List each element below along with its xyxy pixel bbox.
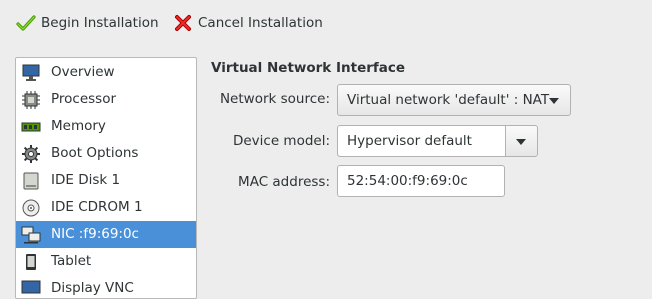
cancel-x-icon xyxy=(173,13,193,33)
mac-address-value: 52:54:00:f9:69:0c xyxy=(347,173,468,189)
hardware-list: Overview Processor Memory Boot Options I… xyxy=(15,57,197,299)
section-title: Virtual Network Interface xyxy=(211,60,406,76)
device-model-combo[interactable]: Hypervisor default xyxy=(337,125,538,157)
sidebar-item-memory[interactable]: Memory xyxy=(16,113,196,140)
sidebar-item-display-vnc[interactable]: Display VNC xyxy=(16,275,196,298)
sidebar-item-processor[interactable]: Processor xyxy=(16,86,196,113)
gear-icon xyxy=(21,144,41,164)
cancel-installation-label: Cancel Installation xyxy=(198,15,323,31)
cdrom-icon xyxy=(21,198,41,218)
network-source-label: Network source: xyxy=(219,91,330,107)
memory-stick-icon xyxy=(21,117,41,137)
begin-installation-label: Begin Installation xyxy=(41,15,159,31)
hard-disk-icon xyxy=(21,171,41,191)
device-model-entry[interactable]: Hypervisor default xyxy=(338,126,505,156)
network-source-dropdown[interactable]: Virtual network 'default' : NAT xyxy=(337,84,571,116)
display-icon xyxy=(21,279,41,298)
monitor-icon xyxy=(21,63,41,83)
checkmark-icon xyxy=(16,13,36,33)
chevron-down-icon[interactable] xyxy=(516,139,526,145)
network-source-value: Virtual network 'default' : NAT xyxy=(347,92,550,108)
sidebar-item-nic[interactable]: NIC :f9:69:0c xyxy=(16,221,196,248)
mac-address-label: MAC address: xyxy=(238,174,330,190)
toolbar: Begin Installation Cancel Installation xyxy=(0,0,652,48)
sidebar-item-tablet[interactable]: Tablet xyxy=(16,248,196,275)
device-model-value: Hypervisor default xyxy=(347,133,472,149)
device-model-label: Device model: xyxy=(232,133,330,149)
begin-installation-button[interactable]: Begin Installation xyxy=(16,10,159,36)
sidebar-item-ide-cdrom-1[interactable]: IDE CDROM 1 xyxy=(16,194,196,221)
cpu-chip-icon xyxy=(21,90,41,110)
combo-divider xyxy=(505,126,506,156)
chevron-down-icon xyxy=(549,98,559,104)
sidebar-item-ide-disk-1[interactable]: IDE Disk 1 xyxy=(16,167,196,194)
network-icon xyxy=(21,225,41,245)
sidebar-item-boot-options[interactable]: Boot Options xyxy=(16,140,196,167)
mac-address-field[interactable]: 52:54:00:f9:69:0c xyxy=(337,165,505,197)
sidebar-item-overview[interactable]: Overview xyxy=(16,59,196,86)
cancel-installation-button[interactable]: Cancel Installation xyxy=(173,10,323,36)
tablet-icon xyxy=(21,252,41,272)
